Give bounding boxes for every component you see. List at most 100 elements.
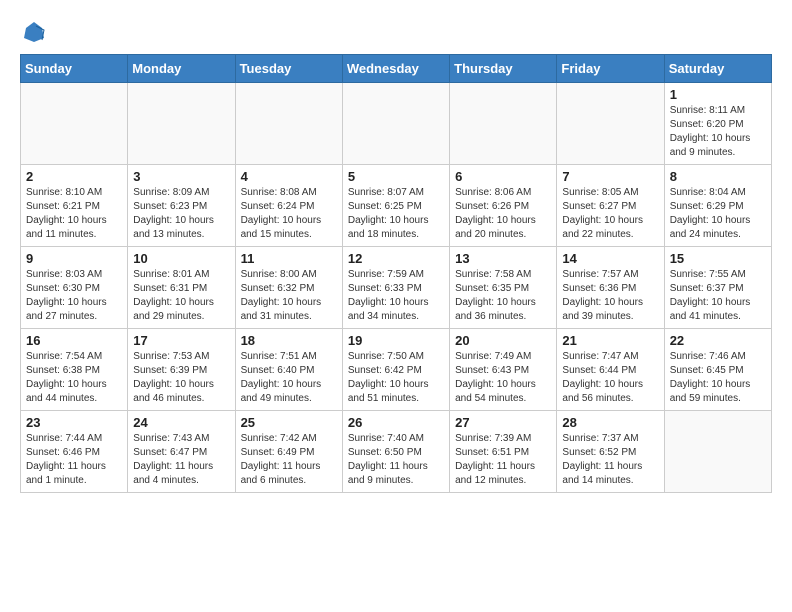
calendar-cell [557,83,664,165]
calendar-cell: 5 Sunrise: 8:07 AM Sunset: 6:25 PM Daylig… [342,165,449,247]
day-number: 22 [670,333,766,348]
day-info: Sunrise: 8:00 AM Sunset: 6:32 PM Dayligh… [241,268,337,324]
day-number: 2 [26,169,122,184]
calendar-cell: 25 Sunrise: 7:42 AM Sunset: 6:49 PM Dayli… [235,411,342,493]
calendar-cell [450,83,557,165]
calendar-header-row: SundayMondayTuesdayWednesdayThursdayFrid… [21,55,772,83]
calendar-cell [21,83,128,165]
calendar-cell: 23 Sunrise: 7:44 AM Sunset: 6:46 PM Dayli… [21,411,128,493]
day-number: 16 [26,333,122,348]
day-number: 26 [348,415,444,430]
calendar-cell [235,83,342,165]
day-number: 20 [455,333,551,348]
day-number: 19 [348,333,444,348]
logo [20,20,46,44]
calendar-cell: 3 Sunrise: 8:09 AM Sunset: 6:23 PM Daylig… [128,165,235,247]
calendar-cell: 2 Sunrise: 8:10 AM Sunset: 6:21 PM Daylig… [21,165,128,247]
calendar-cell: 20 Sunrise: 7:49 AM Sunset: 6:43 PM Dayli… [450,329,557,411]
page-header [20,20,772,44]
column-header-monday: Monday [128,55,235,83]
day-number: 23 [26,415,122,430]
calendar-cell: 7 Sunrise: 8:05 AM Sunset: 6:27 PM Daylig… [557,165,664,247]
calendar-cell [664,411,771,493]
day-number: 10 [133,251,229,266]
calendar-cell: 14 Sunrise: 7:57 AM Sunset: 6:36 PM Dayli… [557,247,664,329]
calendar-table: SundayMondayTuesdayWednesdayThursdayFrid… [20,54,772,493]
calendar-cell: 8Sunrise: 8:04 AM Sunset: 6:29 PM Daylig… [664,165,771,247]
day-number: 27 [455,415,551,430]
day-number: 1 [670,87,766,102]
calendar-cell: 27 Sunrise: 7:39 AM Sunset: 6:51 PM Dayli… [450,411,557,493]
calendar-cell: 11 Sunrise: 8:00 AM Sunset: 6:32 PM Dayli… [235,247,342,329]
calendar-cell: 1Sunrise: 8:11 AM Sunset: 6:20 PM Daylig… [664,83,771,165]
day-info: Sunrise: 7:39 AM Sunset: 6:51 PM Dayligh… [455,432,551,488]
day-info: Sunrise: 7:44 AM Sunset: 6:46 PM Dayligh… [26,432,122,488]
column-header-thursday: Thursday [450,55,557,83]
day-number: 21 [562,333,658,348]
calendar-cell: 12 Sunrise: 7:59 AM Sunset: 6:33 PM Dayli… [342,247,449,329]
day-info: Sunrise: 7:43 AM Sunset: 6:47 PM Dayligh… [133,432,229,488]
day-info: Sunrise: 7:54 AM Sunset: 6:38 PM Dayligh… [26,350,122,406]
calendar-cell [128,83,235,165]
calendar-week-row: 16 Sunrise: 7:54 AM Sunset: 6:38 PM Dayli… [21,329,772,411]
calendar-cell: 13 Sunrise: 7:58 AM Sunset: 6:35 PM Dayli… [450,247,557,329]
calendar-cell: 6Sunrise: 8:06 AM Sunset: 6:26 PM Daylig… [450,165,557,247]
day-number: 4 [241,169,337,184]
day-info: Sunrise: 8:03 AM Sunset: 6:30 PM Dayligh… [26,268,122,324]
logo-icon [22,20,46,44]
calendar-cell: 24 Sunrise: 7:43 AM Sunset: 6:47 PM Dayli… [128,411,235,493]
day-info: Sunrise: 8:07 AM Sunset: 6:25 PM Dayligh… [348,186,444,242]
calendar-cell: 26 Sunrise: 7:40 AM Sunset: 6:50 PM Dayli… [342,411,449,493]
calendar-week-row: 1Sunrise: 8:11 AM Sunset: 6:20 PM Daylig… [21,83,772,165]
calendar-cell: 21 Sunrise: 7:47 AM Sunset: 6:44 PM Dayli… [557,329,664,411]
column-header-sunday: Sunday [21,55,128,83]
day-number: 13 [455,251,551,266]
day-number: 7 [562,169,658,184]
day-info: Sunrise: 8:09 AM Sunset: 6:23 PM Dayligh… [133,186,229,242]
day-info: Sunrise: 7:50 AM Sunset: 6:42 PM Dayligh… [348,350,444,406]
column-header-saturday: Saturday [664,55,771,83]
day-info: Sunrise: 7:53 AM Sunset: 6:39 PM Dayligh… [133,350,229,406]
calendar-cell: 4 Sunrise: 8:08 AM Sunset: 6:24 PM Daylig… [235,165,342,247]
day-info: Sunrise: 7:47 AM Sunset: 6:44 PM Dayligh… [562,350,658,406]
calendar-cell [342,83,449,165]
day-info: Sunrise: 7:46 AM Sunset: 6:45 PM Dayligh… [670,350,766,406]
day-info: Sunrise: 8:10 AM Sunset: 6:21 PM Dayligh… [26,186,122,242]
day-info: Sunrise: 8:01 AM Sunset: 6:31 PM Dayligh… [133,268,229,324]
calendar-cell: 19 Sunrise: 7:50 AM Sunset: 6:42 PM Dayli… [342,329,449,411]
day-number: 15 [670,251,766,266]
day-info: Sunrise: 7:59 AM Sunset: 6:33 PM Dayligh… [348,268,444,324]
day-number: 25 [241,415,337,430]
day-number: 3 [133,169,229,184]
day-number: 12 [348,251,444,266]
day-number: 28 [562,415,658,430]
calendar-cell: 22 Sunrise: 7:46 AM Sunset: 6:45 PM Dayli… [664,329,771,411]
day-number: 24 [133,415,229,430]
calendar-week-row: 2 Sunrise: 8:10 AM Sunset: 6:21 PM Daylig… [21,165,772,247]
day-info: Sunrise: 7:49 AM Sunset: 6:43 PM Dayligh… [455,350,551,406]
day-info: Sunrise: 7:37 AM Sunset: 6:52 PM Dayligh… [562,432,658,488]
calendar-cell: 17 Sunrise: 7:53 AM Sunset: 6:39 PM Dayli… [128,329,235,411]
day-info: Sunrise: 8:08 AM Sunset: 6:24 PM Dayligh… [241,186,337,242]
column-header-wednesday: Wednesday [342,55,449,83]
day-number: 11 [241,251,337,266]
calendar-cell: 9 Sunrise: 8:03 AM Sunset: 6:30 PM Daylig… [21,247,128,329]
column-header-friday: Friday [557,55,664,83]
day-info: Sunrise: 8:05 AM Sunset: 6:27 PM Dayligh… [562,186,658,242]
calendar-week-row: 23 Sunrise: 7:44 AM Sunset: 6:46 PM Dayli… [21,411,772,493]
calendar-week-row: 9 Sunrise: 8:03 AM Sunset: 6:30 PM Daylig… [21,247,772,329]
day-number: 8 [670,169,766,184]
day-number: 9 [26,251,122,266]
day-info: Sunrise: 7:40 AM Sunset: 6:50 PM Dayligh… [348,432,444,488]
day-number: 6 [455,169,551,184]
calendar-cell: 16 Sunrise: 7:54 AM Sunset: 6:38 PM Dayli… [21,329,128,411]
day-number: 14 [562,251,658,266]
calendar-cell: 28 Sunrise: 7:37 AM Sunset: 6:52 PM Dayli… [557,411,664,493]
day-info: Sunrise: 7:42 AM Sunset: 6:49 PM Dayligh… [241,432,337,488]
day-info: Sunrise: 7:57 AM Sunset: 6:36 PM Dayligh… [562,268,658,324]
day-number: 17 [133,333,229,348]
column-header-tuesday: Tuesday [235,55,342,83]
calendar-cell: 18Sunrise: 7:51 AM Sunset: 6:40 PM Dayli… [235,329,342,411]
day-number: 5 [348,169,444,184]
day-info: Sunrise: 7:58 AM Sunset: 6:35 PM Dayligh… [455,268,551,324]
